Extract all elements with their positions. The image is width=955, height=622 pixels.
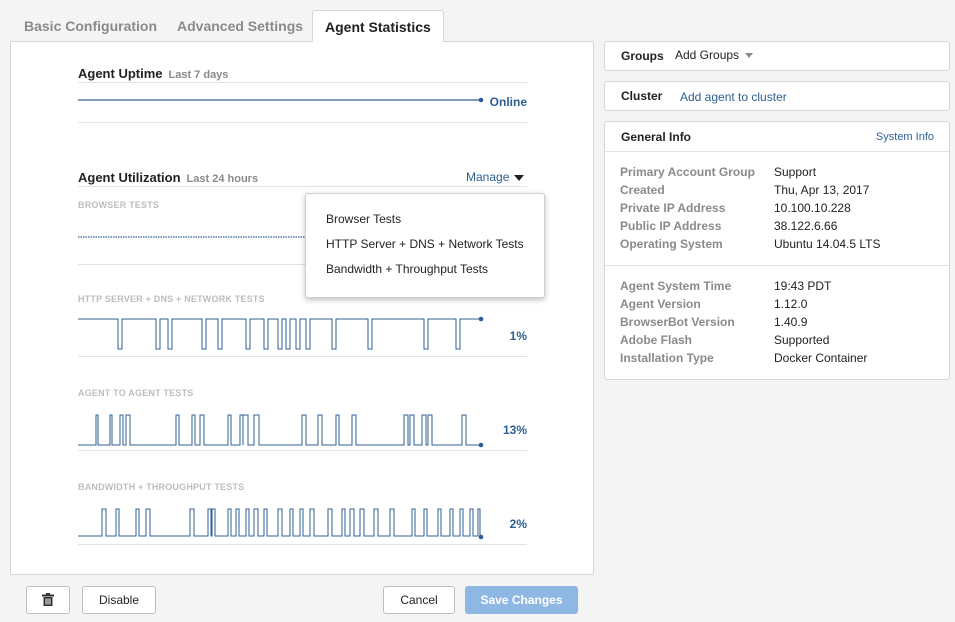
bandwidth-tests-trace <box>78 508 484 540</box>
info-key: Agent Version <box>620 297 701 311</box>
info-key: Agent System Time <box>620 279 732 293</box>
bandwidth-tests-trace-end <box>478 534 484 540</box>
caret-down-icon <box>745 53 754 59</box>
info-key: Private IP Address <box>620 201 726 215</box>
caret-down-icon <box>514 174 525 181</box>
info-key: Public IP Address <box>620 219 722 233</box>
info-value: Supported <box>774 333 830 347</box>
info-value: 38.122.6.66 <box>774 219 838 233</box>
menu-item-http-server-tests[interactable]: HTTP Server + DNS + Network Tests <box>306 232 544 257</box>
uptime-title-text: Agent Uptime <box>78 66 163 81</box>
agent-tests-trace <box>78 414 484 448</box>
divider <box>78 186 527 187</box>
info-row: Adobe Flash Supported <box>620 331 829 349</box>
menu-item-browser-tests[interactable]: Browser Tests <box>306 207 544 232</box>
info-key: Adobe Flash <box>620 333 693 347</box>
http-tests-value: 1% <box>509 329 527 343</box>
http-tests-trace-end <box>478 316 484 322</box>
info-value: 1.40.9 <box>774 315 808 329</box>
bandwidth-tests-trace-path <box>78 508 482 537</box>
disable-button[interactable]: Disable <box>82 586 156 614</box>
tab-advanced-settings[interactable]: Advanced Settings <box>177 10 303 42</box>
menu-item-bandwidth-tests[interactable]: Bandwidth + Throughput Tests <box>306 257 544 282</box>
divider <box>605 265 949 266</box>
info-value: 19:43 PDT <box>774 279 832 293</box>
manage-label: Manage <box>466 170 510 184</box>
http-tests-trace <box>78 316 484 350</box>
delete-button[interactable] <box>26 586 70 614</box>
bandwidth-tests-value: 2% <box>509 517 527 531</box>
info-value: Ubuntu 14.04.5 LTS <box>774 237 881 251</box>
manage-dropdown-toggle[interactable]: Manage <box>466 170 525 184</box>
add-groups-dropdown[interactable]: Add Groups <box>675 48 754 62</box>
agent-tests-trace-end <box>478 442 484 448</box>
trash-icon <box>42 593 54 606</box>
add-agent-to-cluster-link[interactable]: Add agent to cluster <box>680 90 787 104</box>
general-info-box: General Info System Info Primary Account… <box>604 121 950 380</box>
info-row: Installation Type Docker Container <box>620 349 867 367</box>
row-label-agent-to-agent-tests: AGENT TO AGENT TESTS <box>78 388 194 398</box>
save-changes-button[interactable]: Save Changes <box>465 586 578 614</box>
info-value: Support <box>774 165 817 179</box>
utilization-subtitle: Last 24 hours <box>186 173 259 185</box>
http-tests-trace-path <box>78 318 481 350</box>
add-groups-label: Add Groups <box>675 48 740 62</box>
uptime-title: Agent Uptime Last 7 days <box>78 66 228 81</box>
info-key: BrowserBot Version <box>620 315 735 329</box>
info-row: Agent System Time 19:43 PDT <box>620 277 831 295</box>
info-value: Thu, Apr 13, 2017 <box>774 183 870 197</box>
divider <box>78 82 527 83</box>
general-info-title: General Info <box>621 130 692 144</box>
info-value: 1.12.0 <box>774 297 808 311</box>
info-row: Operating System Ubuntu 14.04.5 LTS <box>620 235 881 253</box>
groups-box: Groups Add Groups <box>604 41 950 71</box>
info-value: 10.100.10.228 <box>774 201 851 215</box>
info-row: Private IP Address 10.100.10.228 <box>620 199 851 217</box>
agent-tests-value: 13% <box>502 423 527 437</box>
info-value: Docker Container <box>774 351 868 365</box>
utilization-title: Agent Utilization Last 24 hours <box>78 170 258 185</box>
cluster-box: Cluster Add agent to cluster <box>604 81 950 111</box>
info-row: Created Thu, Apr 13, 2017 <box>620 181 869 199</box>
divider <box>78 356 527 357</box>
divider <box>78 544 527 545</box>
row-label-http-server-tests: HTTP SERVER + DNS + NETWORK TESTS <box>78 294 265 304</box>
divider <box>605 151 949 152</box>
info-row: Agent Version 1.12.0 <box>620 295 807 313</box>
row-label-bandwidth-tests: BANDWIDTH + THROUGHPUT TESTS <box>78 482 245 492</box>
tab-basic-configuration[interactable]: Basic Configuration <box>24 10 157 42</box>
cluster-label: Cluster <box>621 89 663 103</box>
agent-statistics-panel: Agent Uptime Last 7 days Online Agent Uti… <box>10 41 594 575</box>
info-row: Primary Account Group Support <box>620 163 816 181</box>
manage-dropdown-menu: Browser Tests HTTP Server + DNS + Networ… <box>305 193 545 298</box>
system-info-link[interactable]: System Info <box>876 131 934 143</box>
info-row: Public IP Address 38.122.6.66 <box>620 217 837 235</box>
row-label-browser-tests: BROWSER TESTS <box>78 200 160 210</box>
divider <box>78 122 527 123</box>
uptime-line <box>78 97 484 103</box>
uptime-status: Online <box>489 95 527 109</box>
info-row: BrowserBot Version 1.40.9 <box>620 313 807 331</box>
cancel-button[interactable]: Cancel <box>383 586 455 614</box>
info-key: Installation Type <box>620 351 714 365</box>
tab-agent-statistics[interactable]: Agent Statistics <box>312 10 444 42</box>
groups-label: Groups <box>621 49 664 63</box>
uptime-subtitle: Last 7 days <box>168 69 229 81</box>
info-key: Primary Account Group <box>620 165 755 179</box>
divider <box>78 450 527 451</box>
info-key: Created <box>620 183 665 197</box>
info-key: Operating System <box>620 237 723 251</box>
utilization-title-text: Agent Utilization <box>78 170 181 185</box>
agent-tests-trace-path <box>78 414 481 446</box>
